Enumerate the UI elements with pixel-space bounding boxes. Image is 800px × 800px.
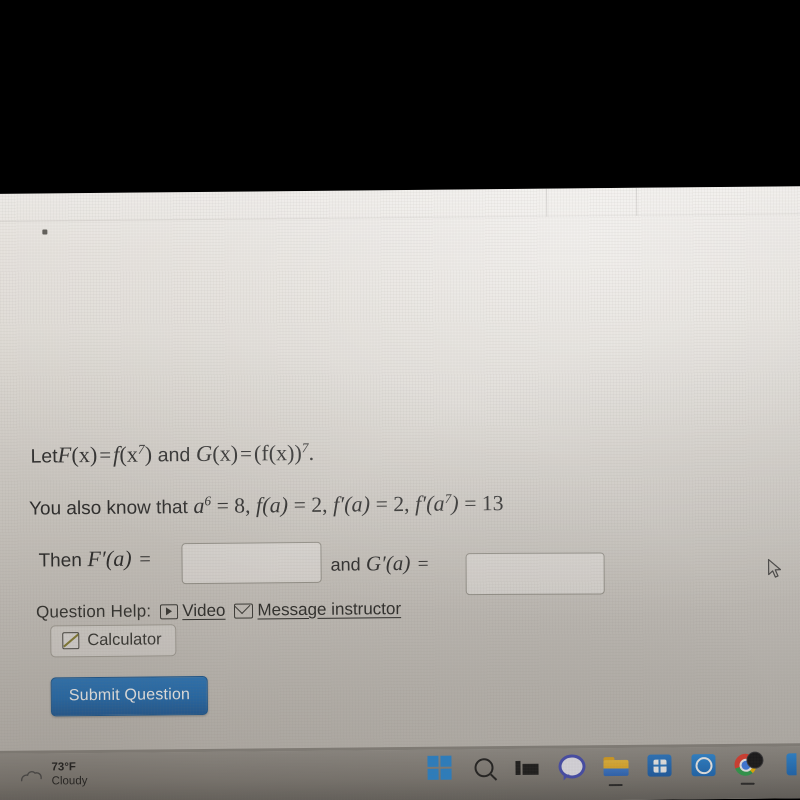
answer-prompt-right: and G′(a) =	[330, 551, 430, 577]
line1-f-close: )	[144, 441, 153, 467]
line2-fprime-a: f′(a)	[332, 491, 371, 517]
answer-G-prime-a: G′(a)	[365, 550, 411, 576]
weather-temperature: 73°F	[51, 761, 76, 774]
question-help-row: Question Help: Video Message instructor	[36, 599, 401, 623]
microsoft-store-icon[interactable]	[645, 751, 673, 779]
folder-glyph	[602, 756, 629, 776]
task-view-glyph	[515, 758, 539, 775]
line2-fprime-a7: f′(a	[414, 490, 445, 516]
weather-text: 73°F Cloudy	[51, 760, 87, 788]
mail-circle-glyph	[691, 754, 716, 777]
line2-fprime-a7-close: )	[451, 490, 459, 516]
line1-equals-1: =	[99, 442, 112, 467]
line2-fa: f(a)	[255, 492, 289, 518]
mouse-cursor	[767, 558, 782, 578]
calculator-button[interactable]: Calculator	[50, 624, 177, 658]
line2-eq-2b: = 2,	[375, 491, 410, 517]
screen-dust-speck	[42, 229, 48, 235]
start-icon[interactable]	[425, 754, 453, 782]
browser-tab-edge-right	[635, 187, 638, 216]
line1-G-arg: (x)	[212, 440, 239, 466]
message-instructor-label: Message instructor	[257, 599, 402, 620]
submit-question-button[interactable]: Submit Question	[50, 675, 209, 717]
line2-eq-13: = 13	[464, 491, 504, 516]
video-help-link[interactable]: Video	[160, 600, 226, 622]
answer-F-prime-a: F′(a)	[87, 545, 132, 572]
line1-equals-2: =	[239, 441, 253, 466]
chat-icon[interactable]	[557, 752, 586, 780]
monitor-photo: LetF(x)=f(x7) and G(x)=(f(x))7. You also…	[0, 0, 800, 800]
calculator-button-label: Calculator	[87, 630, 162, 650]
browser-tab-edge-left	[545, 188, 548, 217]
question-help-label: Question Help:	[35, 601, 152, 622]
cutoff-app-glyph	[786, 753, 797, 776]
line1-G: G	[195, 440, 213, 467]
windows-logo-glyph	[427, 755, 452, 781]
answer-and-label: and	[330, 554, 361, 575]
assignment-page: LetF(x)=f(x7) and G(x)=(f(x))7. You also…	[0, 186, 800, 800]
answer-equals-2: =	[417, 553, 429, 575]
chrome-icon[interactable]	[733, 751, 764, 779]
taskbar-icon-tray	[425, 750, 800, 782]
windows-taskbar: 73°F Cloudy	[0, 746, 800, 800]
line2-a: a	[193, 492, 205, 519]
line2-lead: You also know that	[28, 497, 188, 520]
line1-F-arg: (x)	[71, 441, 98, 468]
line2-eq-2: = 2,	[293, 492, 328, 518]
magnifier-glyph	[473, 757, 494, 777]
weather-widget[interactable]: 73°F Cloudy	[19, 760, 88, 789]
calculator-icon	[62, 632, 80, 650]
line1-f-arg: (x	[119, 441, 138, 467]
chat-bubble-glyph	[557, 754, 586, 779]
answer-then-label: Then	[38, 550, 82, 572]
problem-statement-line-1: LetF(x)=f(x7) and G(x)=(f(x))7.	[30, 440, 314, 469]
weather-condition: Cloudy	[51, 775, 88, 788]
problem-statement-line-2: You also know that a6 = 8, f(a) = 2, f′(…	[29, 490, 504, 521]
file-explorer-icon[interactable]	[601, 752, 629, 780]
answer-input-g-prime[interactable]	[465, 552, 605, 596]
line1-lead: Let	[30, 445, 58, 468]
line1-F: F	[57, 442, 72, 468]
browser-chrome-divider	[0, 213, 800, 222]
line2-exponent-6: 6	[204, 493, 212, 509]
line1-fx-group: (f(x))	[253, 440, 302, 466]
video-icon	[160, 603, 179, 619]
store-glyph	[647, 754, 672, 777]
message-instructor-link[interactable]: Message instructor	[234, 599, 401, 621]
mail-icon[interactable]	[689, 751, 717, 779]
envelope-icon	[234, 602, 254, 619]
video-link-label: Video	[182, 600, 226, 621]
search-icon[interactable]	[469, 753, 497, 781]
line1-period: .	[308, 439, 315, 465]
cloud-icon	[20, 770, 42, 781]
answer-equals-1: =	[139, 548, 151, 571]
chrome-badge-icon	[746, 751, 764, 769]
edge-cutoff-icon[interactable]	[777, 750, 800, 778]
answer-input-f-prime[interactable]	[181, 541, 322, 585]
chrome-glyph	[734, 751, 764, 777]
line1-and: and	[157, 444, 191, 467]
line2-eq-8: = 8,	[216, 493, 251, 518]
answer-prompt-left: Then F′(a) =	[38, 545, 153, 572]
submit-question-label: Submit Question	[68, 686, 191, 705]
task-view-icon[interactable]	[513, 753, 541, 781]
screen-area: LetF(x)=f(x7) and G(x)=(f(x))7. You also…	[0, 186, 800, 800]
